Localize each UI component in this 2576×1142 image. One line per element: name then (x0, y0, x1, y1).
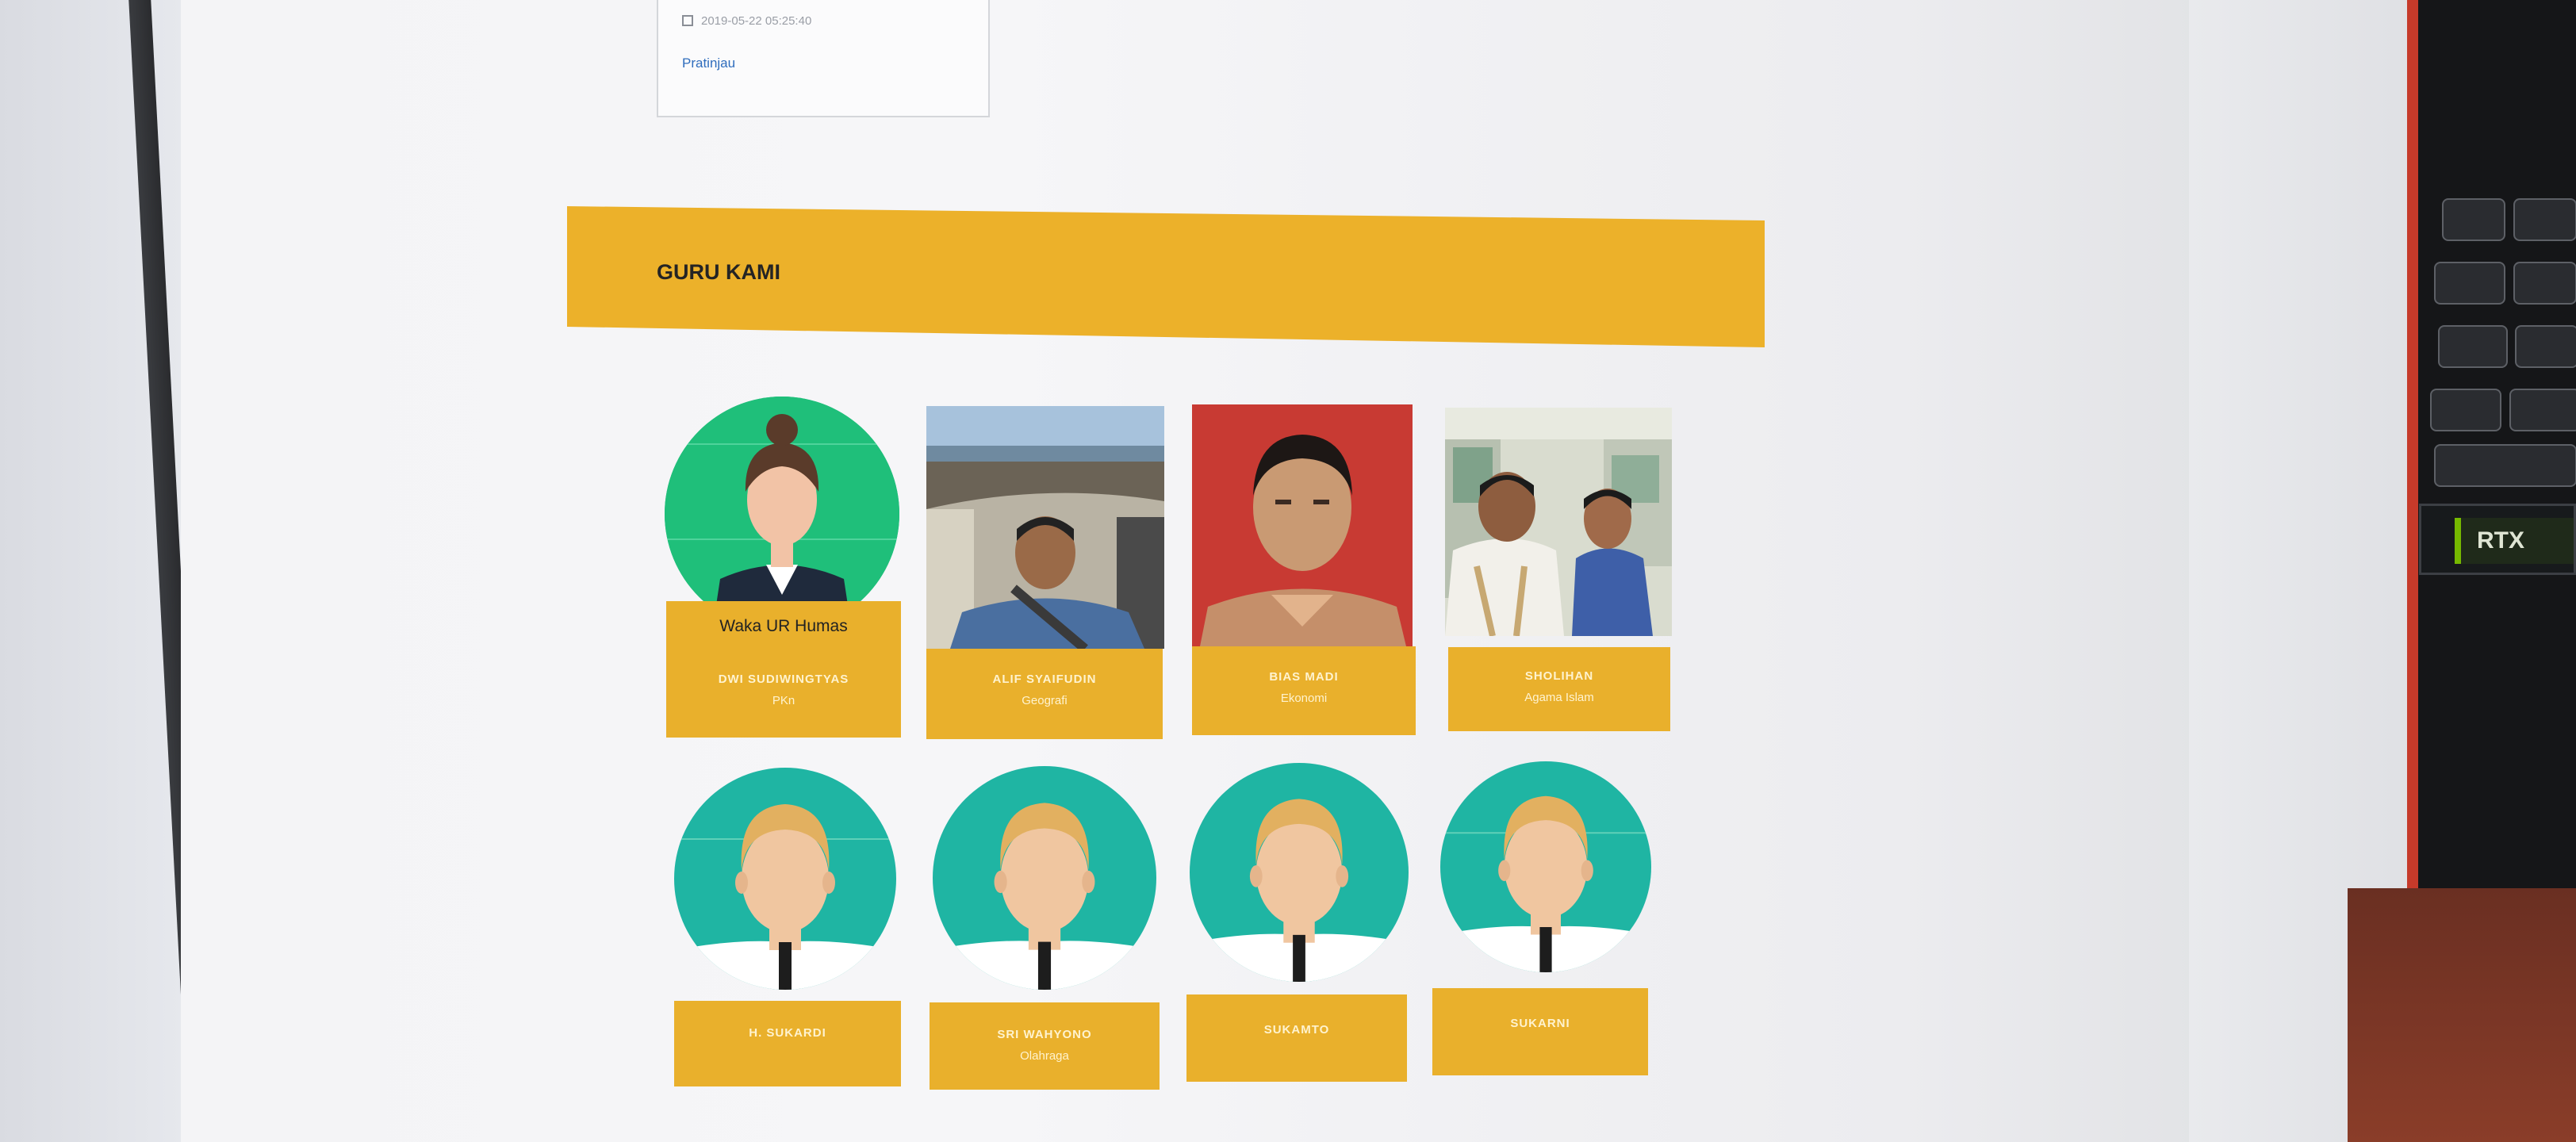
teacher-name: DWI SUDIWINGTYAS (718, 673, 849, 686)
teacher-card[interactable]: ALIF SYAIFUDIN Geografi (926, 406, 1164, 739)
gpu-sticker: RTX (2419, 504, 2576, 575)
teacher-card[interactable]: Waka UR Humas DWI SUDIWINGTYAS PKn (665, 397, 903, 738)
photo-man-in-car (926, 406, 1164, 649)
avatar-male-icon (933, 766, 1156, 990)
laptop-keyboard (2418, 0, 2576, 888)
teacher-name: H. SUKARDI (749, 1026, 826, 1040)
calendar-icon (682, 15, 693, 26)
teacher-card[interactable]: SUKAMTO (1186, 763, 1413, 1088)
teacher-label: SHOLIHAN Agama Islam (1448, 647, 1670, 731)
teacher-subject: Geografi (1022, 694, 1068, 707)
section-title: GURU KAMI (657, 260, 780, 284)
teacher-position: Waka UR Humas (719, 617, 848, 635)
avatar-male-icon (1190, 763, 1409, 982)
teacher-subject: PKn (772, 694, 795, 707)
teacher-label: H. SUKARDI (674, 1001, 901, 1086)
teacher-card[interactable]: H. SUKARDI (674, 768, 904, 1093)
teacher-name: SHOLIHAN (1524, 669, 1594, 683)
teacher-label: SUKARNI (1432, 988, 1648, 1075)
teacher-label: Waka UR Humas DWI SUDIWINGTYAS PKn (666, 601, 901, 738)
preview-link[interactable]: Pratinjau (682, 56, 735, 71)
news-date: 2019-05-22 05:25:40 (701, 14, 812, 28)
teacher-name: SRI WAHYONO (997, 1028, 1092, 1041)
teacher-card[interactable]: SRI WAHYONO Olahraga (930, 766, 1167, 1091)
teacher-label: SRI WAHYONO Olahraga (930, 1002, 1160, 1090)
teacher-card[interactable]: SUKARNI (1432, 761, 1654, 1083)
section-banner: GURU KAMI (567, 206, 1765, 347)
wooden-table (2348, 888, 2576, 1142)
teacher-label: SUKAMTO (1186, 994, 1407, 1082)
teacher-name: SUKAMTO (1263, 1023, 1330, 1037)
teacher-name: BIAS MADI (1269, 670, 1339, 684)
teacher-subject: Ekonomi (1280, 692, 1328, 705)
avatar-male-icon (1440, 761, 1651, 972)
teacher-card[interactable]: SHOLIHAN Agama Islam (1445, 408, 1675, 737)
teacher-label: ALIF SYAIFUDIN Geografi (926, 649, 1163, 739)
teacher-subject: Olahraga (1020, 1049, 1069, 1063)
teacher-subject: Agama Islam (1524, 691, 1594, 704)
teacher-label: BIAS MADI Ekonomi (1192, 646, 1416, 735)
sticker-label: RTX (2455, 518, 2574, 564)
photo-two-men (1445, 408, 1672, 636)
avatar-male-icon (674, 768, 896, 990)
teacher-name: SUKARNI (1510, 1017, 1570, 1030)
photo-man-red-background (1192, 404, 1413, 646)
avatar-female-icon (665, 397, 899, 631)
teacher-name: ALIF SYAIFUDIN (992, 673, 1097, 686)
news-card: 2019-05-22 05:25:40 Pratinjau (657, 0, 990, 117)
teacher-card[interactable]: BIAS MADI Ekonomi (1192, 404, 1416, 738)
